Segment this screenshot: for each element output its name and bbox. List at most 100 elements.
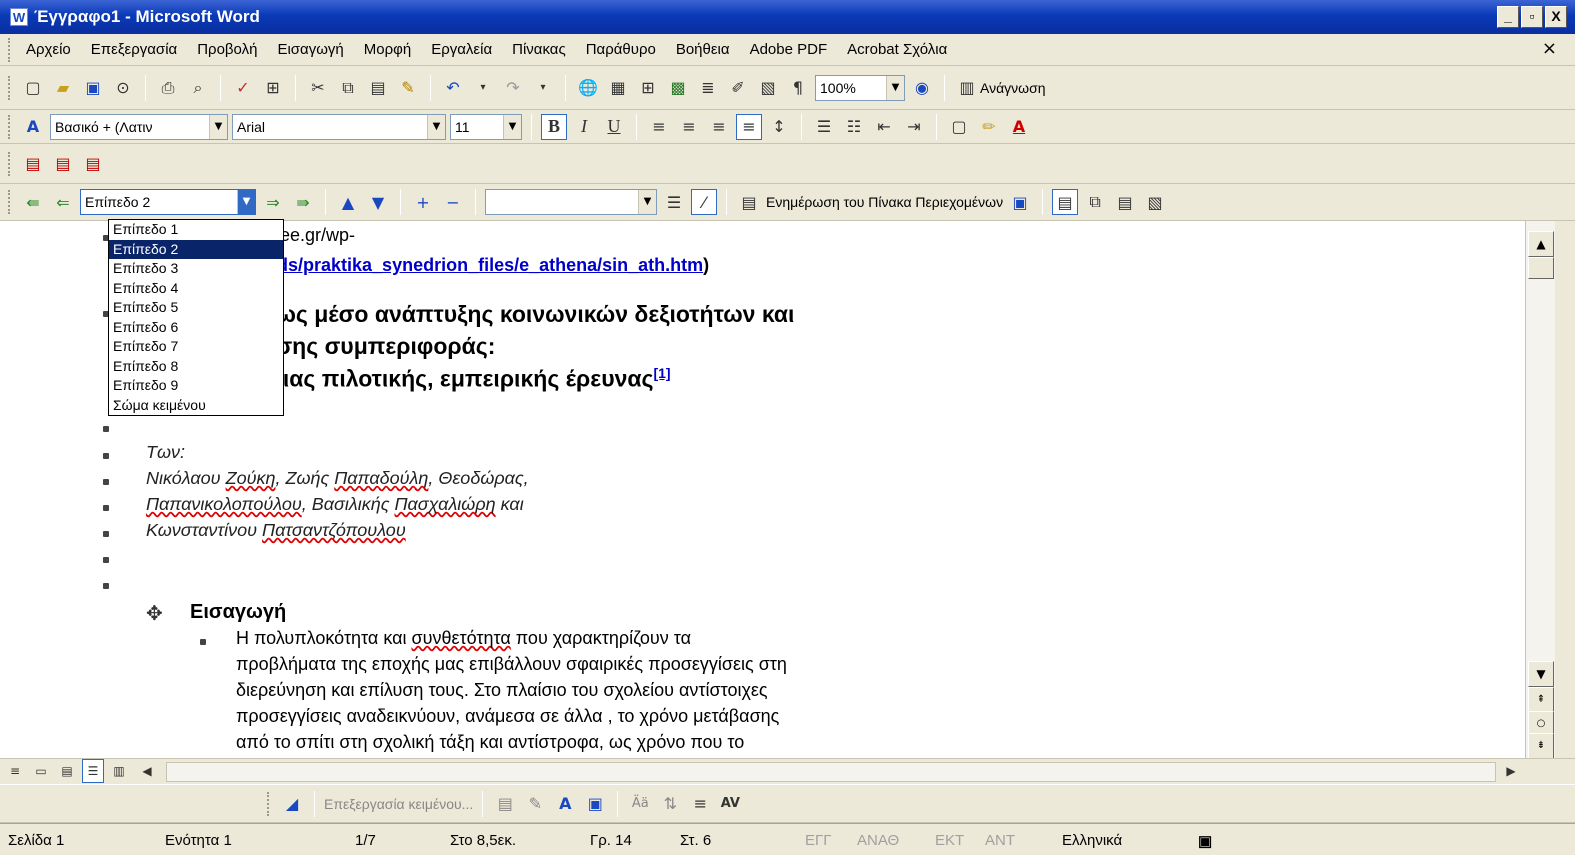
collapse-icon[interactable]: − xyxy=(440,189,466,215)
show-hide-icon[interactable]: ¶ xyxy=(785,75,811,101)
previous-page-icon[interactable]: ⇞ xyxy=(1528,687,1554,713)
menu-insert[interactable]: Εισαγωγή xyxy=(267,41,353,58)
outline-bullet[interactable] xyxy=(103,479,109,485)
level-option-3[interactable]: Επίπεδο 3 xyxy=(109,259,283,279)
menu-help[interactable]: Βοήθεια xyxy=(666,41,740,58)
wordart-icon[interactable]: A xyxy=(552,791,578,817)
text-box-link-icon[interactable]: ◢ xyxy=(279,791,305,817)
research-icon[interactable]: ⊞ xyxy=(260,75,286,101)
show-level-select[interactable]: ▼ xyxy=(485,189,657,215)
character-spacing-icon[interactable]: AV xyxy=(717,791,743,817)
move-up-icon[interactable]: ▲ xyxy=(335,189,361,215)
align-right-icon[interactable]: ≡ xyxy=(706,114,732,140)
outline-bullet[interactable] xyxy=(103,557,109,563)
redo-dropdown-icon[interactable]: ▾ xyxy=(530,75,556,101)
format-painter-icon[interactable]: ✎ xyxy=(395,75,421,101)
scroll-thumb[interactable] xyxy=(1528,257,1554,279)
shape-fill-icon[interactable]: ▤ xyxy=(492,791,518,817)
merge-subdocument-icon[interactable]: ▧ xyxy=(1142,189,1168,215)
increase-indent-icon[interactable]: ⇥ xyxy=(901,114,927,140)
spelling-icon[interactable]: ✓ xyxy=(230,75,256,101)
edit-text-button[interactable]: Επεξεργασία κειμένου... xyxy=(324,796,473,812)
level-option-6[interactable]: Επίπεδο 6 xyxy=(109,318,283,338)
menu-tools[interactable]: Εργαλεία xyxy=(421,41,502,58)
update-toc-button[interactable]: Ενημέρωση του Πίνακα Περιεχομένων xyxy=(766,194,1003,210)
picture-icon[interactable]: ▣ xyxy=(582,791,608,817)
menu-format[interactable]: Μορφή xyxy=(354,41,421,58)
move-down-icon[interactable]: ▼ xyxy=(365,189,391,215)
italic-button[interactable]: I xyxy=(571,114,597,140)
drawing-icon[interactable]: ✐ xyxy=(725,75,751,101)
reading-view-icon[interactable]: ▥ xyxy=(108,759,130,783)
zoom-select[interactable]: 100% ▼ xyxy=(815,74,905,101)
save-icon[interactable]: ▣ xyxy=(80,75,106,101)
bullets-icon[interactable]: ☷ xyxy=(841,114,867,140)
align-left-icon[interactable]: ≡ xyxy=(646,114,672,140)
convert-and-email-icon[interactable]: ▤ xyxy=(50,151,76,177)
level-option-4[interactable]: Επίπεδο 4 xyxy=(109,279,283,299)
web-layout-icon[interactable]: ▭ xyxy=(30,759,52,783)
outside-border-icon[interactable]: ▢ xyxy=(946,114,972,140)
outline-level-select[interactable]: Επίπεδο 2 ▼ xyxy=(80,189,256,215)
normal-view-icon[interactable]: ≡ xyxy=(4,759,26,783)
promote-icon[interactable]: ⇐ xyxy=(50,189,76,215)
outline-bullet[interactable] xyxy=(103,531,109,537)
level-option-8[interactable]: Επίπεδο 8 xyxy=(109,357,283,377)
style-select[interactable]: Βασικό + (Λατιν ▼ xyxy=(50,113,228,140)
outline-bullet[interactable] xyxy=(103,426,109,432)
line-color-icon[interactable]: ✎ xyxy=(522,791,548,817)
master-document-view-icon[interactable]: ▤ xyxy=(1052,189,1079,215)
tables-borders-icon[interactable]: ▦ xyxy=(605,75,631,101)
expand-icon[interactable]: + xyxy=(410,189,436,215)
highlight-icon[interactable]: ✏ xyxy=(976,114,1002,140)
menu-file[interactable]: Αρχείο xyxy=(16,41,81,58)
level-option-5[interactable]: Επίπεδο 5 xyxy=(109,298,283,318)
toolbar-grip[interactable] xyxy=(8,114,12,139)
print-icon[interactable]: ⎙ xyxy=(155,75,181,101)
reading-button[interactable]: Ανάγνωση xyxy=(980,80,1046,96)
align-center-icon[interactable]: ≡ xyxy=(676,114,702,140)
line-spacing-icon[interactable]: ↕ xyxy=(766,114,792,140)
undo-dropdown-icon[interactable]: ▾ xyxy=(470,75,496,101)
outline-bullet[interactable] xyxy=(103,453,109,459)
toolbar-grip[interactable] xyxy=(267,791,271,816)
menu-acrobat-comments[interactable]: Acrobat Σχόλια xyxy=(837,41,957,58)
status-trk[interactable]: ΑΝΑΘ xyxy=(857,832,899,849)
copy-icon[interactable]: ⧉ xyxy=(335,75,361,101)
cut-icon[interactable]: ✂ xyxy=(305,75,331,101)
demote-to-body-text-icon[interactable]: ⇛ xyxy=(290,189,316,215)
numbering-icon[interactable]: ☰ xyxy=(811,114,837,140)
document-map-icon[interactable]: ▧ xyxy=(755,75,781,101)
menu-window[interactable]: Παράθυρο xyxy=(576,41,666,58)
footnote-link[interactable]: [1] xyxy=(653,365,670,381)
toolbar-grip[interactable] xyxy=(8,37,12,62)
outline-bullet[interactable] xyxy=(200,639,206,645)
status-ovr[interactable]: ΑΝΤ xyxy=(985,832,1015,849)
toolbar-grip[interactable] xyxy=(8,75,12,100)
vertical-scrollbar[interactable]: ▲ ▼ ⇞ ○ ⇟ xyxy=(1525,221,1555,759)
expand-heading-icon[interactable]: ✥ xyxy=(146,601,163,625)
outline-view-icon[interactable]: ☰ xyxy=(82,759,104,783)
redo-icon[interactable]: ↷ xyxy=(500,75,526,101)
status-ext[interactable]: ΕΚΤ xyxy=(935,832,964,849)
paste-icon[interactable]: ▤ xyxy=(365,75,391,101)
scroll-right-icon[interactable]: ▶ xyxy=(1500,759,1522,783)
promote-to-heading1-icon[interactable]: ⇚ xyxy=(20,189,46,215)
menu-view[interactable]: Προβολή xyxy=(187,41,267,58)
print-preview-icon[interactable]: ⌕ xyxy=(185,75,211,101)
justify-icon[interactable]: ≡ xyxy=(736,113,762,140)
font-select[interactable]: Arial ▼ xyxy=(232,113,446,140)
status-rec[interactable]: ΕΓΓ xyxy=(805,832,832,849)
create-subdocument-icon[interactable]: ⧉ xyxy=(1082,189,1108,215)
decrease-indent-icon[interactable]: ⇤ xyxy=(871,114,897,140)
level-option-body-text[interactable]: Σώμα κειμένου xyxy=(109,396,283,416)
hyperlink-icon[interactable]: 🌐 xyxy=(575,75,601,101)
close-button[interactable]: X xyxy=(1545,6,1567,28)
maximize-button[interactable]: ▫ xyxy=(1521,6,1543,28)
status-language[interactable]: Ελληνικά xyxy=(1062,832,1122,849)
menu-adobe-pdf[interactable]: Adobe PDF xyxy=(740,41,838,58)
update-toc-icon[interactable]: ▤ xyxy=(736,189,762,215)
show-formatting-icon[interactable]: ⁄ xyxy=(691,189,717,215)
change-case-icon[interactable]: Ää xyxy=(627,791,653,817)
scroll-down-icon[interactable]: ▼ xyxy=(1528,661,1554,687)
